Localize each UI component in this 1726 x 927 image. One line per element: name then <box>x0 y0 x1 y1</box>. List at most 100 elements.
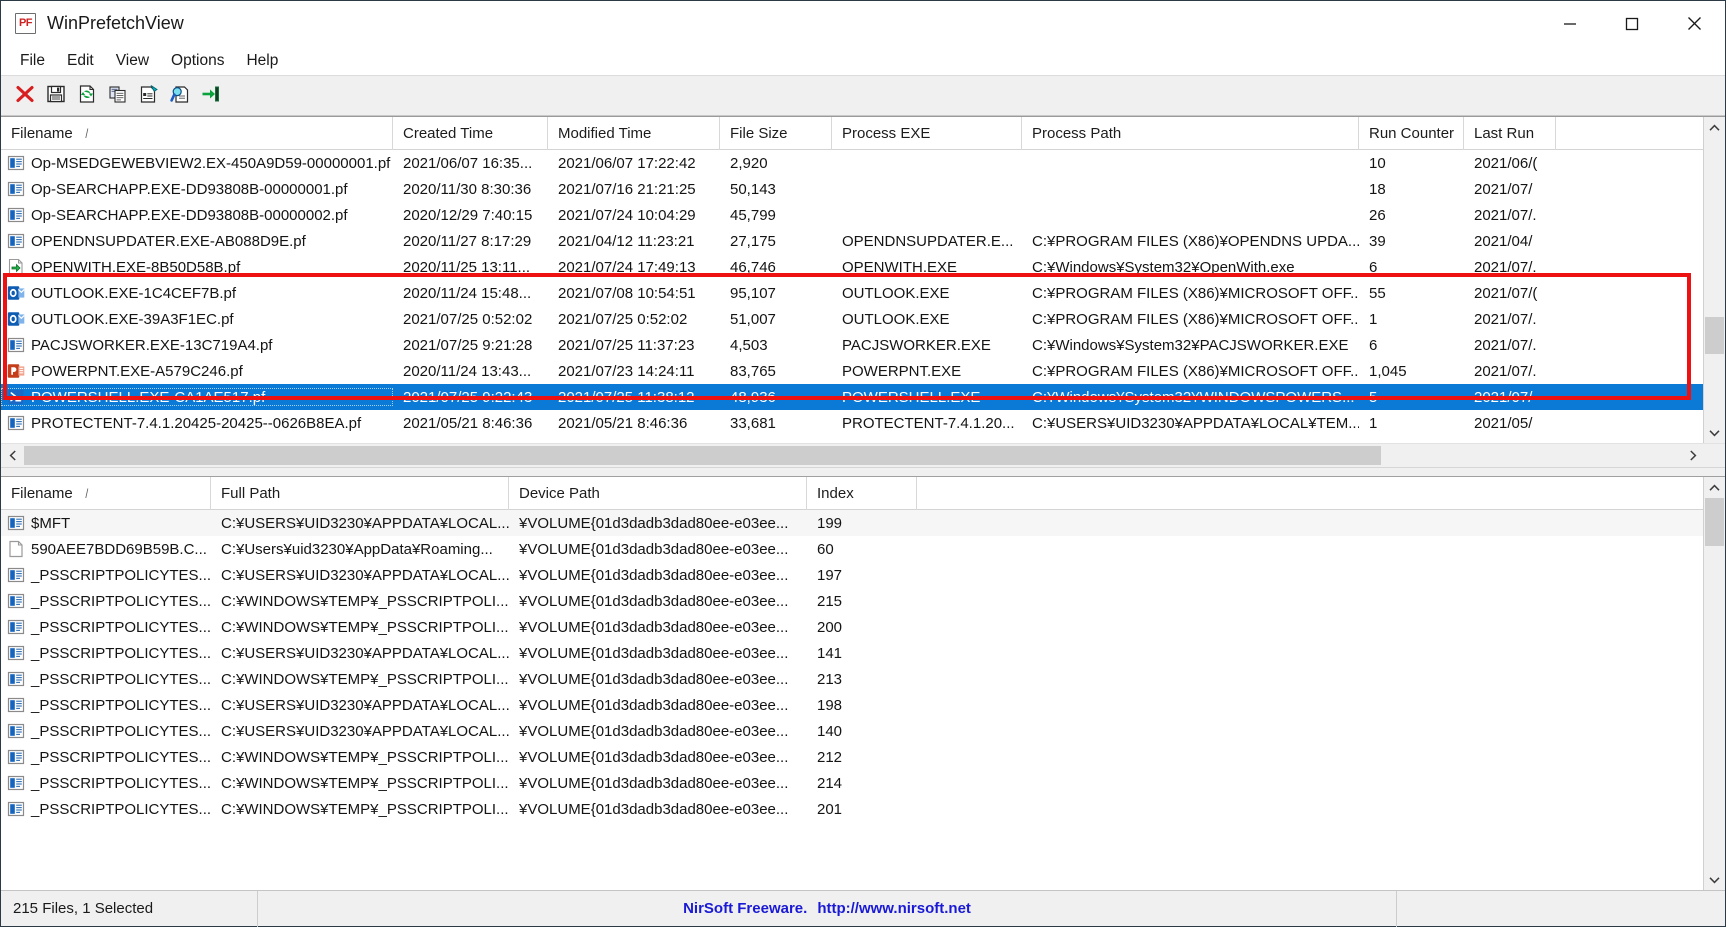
cell-size: 2,920 <box>730 154 768 172</box>
delete-button[interactable] <box>9 81 40 111</box>
prefetch-hscroll-track[interactable] <box>24 444 1681 467</box>
cell-size: 4,503 <box>730 336 768 354</box>
column-header-filename[interactable]: Filename / <box>1 477 211 510</box>
minimize-button[interactable] <box>1539 1 1601 46</box>
details-scroll-thumb[interactable] <box>1705 498 1724 546</box>
prefetch-hscroll-thumb[interactable] <box>24 446 1381 465</box>
table-row[interactable]: _PSSCRIPTPOLICYTES... C:¥WINDOWS¥TEMP¥_PS… <box>1 744 1703 770</box>
column-header-device-path[interactable]: Device Path <box>509 477 807 510</box>
scroll-up-arrow-icon[interactable] <box>1704 117 1725 138</box>
table-row[interactable]: PROTECTENT-7.4.1.20425-20425--0626B8EA.p… <box>1 410 1703 436</box>
blank-file-icon <box>7 540 31 558</box>
scroll-right-arrow-icon[interactable] <box>1681 444 1704 467</box>
table-row[interactable]: PACJSWORKER.EXE-13C719A4.pf 2021/07/25 9:… <box>1 332 1703 358</box>
table-row[interactable]: OUTLOOK.EXE-39A3F1EC.pf 2021/07/25 0:52:0… <box>1 306 1703 332</box>
column-header-modified-time[interactable]: Modified Time <box>548 117 720 150</box>
app-icon-label: PF <box>18 17 33 29</box>
red-x-icon <box>15 84 35 108</box>
table-row[interactable]: $MFT C:¥USERS¥UID3230¥APPDATA¥LOCAL... ¥VO… <box>1 510 1703 536</box>
cell-text: Op-MSEDGEWEBVIEW2.EX-450A9D59-00000001.p… <box>31 154 391 172</box>
table-row[interactable]: POWERPNT.EXE-A579C246.pf 2020/11/24 13:43… <box>1 358 1703 384</box>
details-scroll-down-arrow-icon[interactable] <box>1704 869 1725 890</box>
html-report-button[interactable] <box>164 81 195 111</box>
table-row[interactable]: _PSSCRIPTPOLICYTES... C:¥WINDOWS¥TEMP¥_PS… <box>1 770 1703 796</box>
powershell-icon <box>7 388 31 406</box>
status-bar: 215 Files, 1 Selected NirSoft Freeware. … <box>1 890 1725 927</box>
scroll-left-arrow-icon[interactable] <box>1 444 24 467</box>
table-row[interactable]: Op-MSEDGEWEBVIEW2.EX-450A9D59-00000001.p… <box>1 150 1703 176</box>
cell-text: _PSSCRIPTPOLICYTES... <box>31 592 211 610</box>
table-row[interactable]: OPENWITH.EXE-8B50D58B.pf 2020/11/25 13:11… <box>1 254 1703 280</box>
table-row[interactable]: OUTLOOK.EXE-1C4CEF7B.pf 2020/11/24 15:48.… <box>1 280 1703 306</box>
table-row[interactable]: Op-SEARCHAPP.EXE-DD93808B-00000002.pf 202… <box>1 202 1703 228</box>
outlook-icon <box>7 310 31 328</box>
pane-splitter[interactable] <box>1 467 1725 477</box>
cell-device-path: ¥VOLUME{01d3dadb3dad80ee-e03ee... <box>519 644 789 662</box>
table-row[interactable]: _PSSCRIPTPOLICYTES... C:¥WINDOWS¥TEMP¥_PS… <box>1 614 1703 640</box>
save-button[interactable] <box>40 81 71 111</box>
cell-created: 2020/11/24 15:48... <box>403 284 532 302</box>
column-header-process-path[interactable]: Process Path <box>1022 117 1359 150</box>
properties-button[interactable] <box>133 81 164 111</box>
column-header-run-counter[interactable]: Run Counter <box>1359 117 1464 150</box>
column-header-last-run[interactable]: Last Run <box>1464 117 1556 150</box>
menu-file[interactable]: File <box>9 49 56 73</box>
table-row[interactable]: Op-SEARCHAPP.EXE-DD93808B-00000001.pf 202… <box>1 176 1703 202</box>
column-header-full-path[interactable]: Full Path <box>211 477 509 510</box>
column-header-label: Index <box>817 484 854 502</box>
prefetch-file-icon <box>7 154 31 172</box>
cell-created: 2021/05/21 8:46:36 <box>403 414 533 432</box>
table-row[interactable]: _PSSCRIPTPOLICYTES... C:¥USERS¥UID3230¥AP… <box>1 562 1703 588</box>
prefetch-horizontal-scrollbar[interactable] <box>1 443 1725 467</box>
table-row[interactable]: _PSSCRIPTPOLICYTES... C:¥WINDOWS¥TEMP¥_PS… <box>1 796 1703 822</box>
status-nirsoft-link[interactable]: NirSoft Freeware. http://www.nirsoft.net <box>258 890 1397 927</box>
cell-size: 27,175 <box>730 232 776 250</box>
menu-options[interactable]: Options <box>160 49 235 73</box>
maximize-button[interactable] <box>1601 1 1663 46</box>
table-row[interactable]: _PSSCRIPTPOLICYTES... C:¥USERS¥UID3230¥AP… <box>1 718 1703 744</box>
close-button[interactable] <box>1663 1 1725 46</box>
cell-text: _PSSCRIPTPOLICYTES... <box>31 800 211 818</box>
column-header-index[interactable]: Index <box>807 477 917 510</box>
cell-exe: PROTECTENT-7.4.1.20... <box>842 414 1015 432</box>
copy-button[interactable] <box>102 81 133 111</box>
column-header-process-exe[interactable]: Process EXE <box>832 117 1022 150</box>
cell-filename: _PSSCRIPTPOLICYTES... <box>1 644 211 662</box>
table-row[interactable]: 590AEE7BDD69B59B.C... C:¥Users¥uid3230¥Ap… <box>1 536 1703 562</box>
scroll-down-arrow-icon[interactable] <box>1704 422 1725 443</box>
menu-view[interactable]: View <box>105 49 160 73</box>
column-header-label: Run Counter <box>1369 124 1455 142</box>
cell-text: _PSSCRIPTPOLICYTES... <box>31 670 211 688</box>
column-header-filename[interactable]: Filename / <box>1 117 393 150</box>
prefetch-scroll-thumb[interactable] <box>1705 317 1724 354</box>
table-row[interactable]: _PSSCRIPTPOLICYTES... C:¥USERS¥UID3230¥AP… <box>1 692 1703 718</box>
prefetch-file-icon <box>7 336 31 354</box>
cell-text: _PSSCRIPTPOLICYTES... <box>31 644 211 662</box>
table-row[interactable]: _PSSCRIPTPOLICYTES... C:¥WINDOWS¥TEMP¥_PS… <box>1 588 1703 614</box>
status-url-link[interactable]: http://www.nirsoft.net <box>817 900 971 917</box>
cell-modified: 2021/07/24 10:04:29 <box>558 206 696 224</box>
details-scroll-up-arrow-icon[interactable] <box>1704 477 1725 498</box>
table-row[interactable]: OPENDNSUPDATER.EXE-AB088D9E.pf 2020/11/27… <box>1 228 1703 254</box>
details-scroll-track[interactable] <box>1704 498 1725 869</box>
prefetch-scroll-track[interactable] <box>1704 138 1725 422</box>
cell-last-run: 2021/07/. <box>1474 362 1537 380</box>
exit-button[interactable] <box>195 81 226 111</box>
details-vertical-scrollbar[interactable] <box>1703 477 1725 890</box>
refresh-button[interactable] <box>71 81 102 111</box>
prefetch-file-icon <box>7 670 31 688</box>
table-row[interactable]: _PSSCRIPTPOLICYTES... C:¥USERS¥UID3230¥AP… <box>1 640 1703 666</box>
table-row[interactable]: _PSSCRIPTPOLICYTES... C:¥WINDOWS¥TEMP¥_PS… <box>1 666 1703 692</box>
menu-edit[interactable]: Edit <box>56 49 105 73</box>
prefetch-file-icon <box>7 592 31 610</box>
column-header-file-size[interactable]: File Size <box>720 117 832 150</box>
menu-help[interactable]: Help <box>235 49 289 73</box>
prefetch-details-grid: Filename / Full Path Device Path Index $MFT C… <box>1 477 1703 890</box>
cell-device-path: ¥VOLUME{01d3dadb3dad80ee-e03ee... <box>519 748 789 766</box>
cell-modified: 2021/07/24 17:49:13 <box>558 258 696 276</box>
column-header-created-time[interactable]: Created Time <box>393 117 548 150</box>
prefetch-file-icon <box>7 618 31 636</box>
prefetch-vertical-scrollbar[interactable] <box>1703 117 1725 443</box>
table-row[interactable]: POWERSHELL.EXE-CA1AE517.pf 2021/07/25 9:2… <box>1 384 1703 410</box>
cell-text: PACJSWORKER.EXE-13C719A4.pf <box>31 336 273 354</box>
